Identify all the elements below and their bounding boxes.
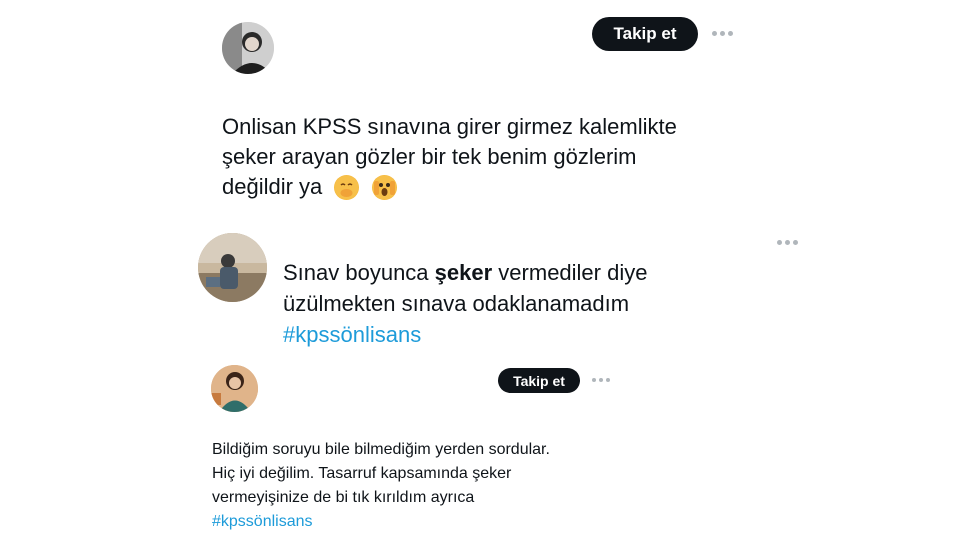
post-line: Bildiğim soruyu bile bilmediğim yerden s… xyxy=(212,441,550,458)
post-text: Sınav boyunca şeker vermediler diye üzül… xyxy=(283,257,647,350)
post-line: Onlisan KPSS sınavına girer girmez kalem… xyxy=(222,114,677,139)
bold-text: şeker xyxy=(434,260,493,285)
post-2: Sınav boyunca şeker vermediler diye üzül… xyxy=(0,225,971,355)
face-with-hand-over-mouth-emoji xyxy=(334,174,360,200)
avatar[interactable] xyxy=(222,22,274,74)
hashtag-link[interactable]: #kpssönlisans xyxy=(283,319,647,350)
post-line: üzülmekten sınava odaklanamadım xyxy=(283,291,630,316)
avatar-photo xyxy=(222,22,274,74)
post-1: Takip et Onlisan KPSS sınavına girer gir… xyxy=(0,0,971,215)
post-line: vermeyişinize de bi tık kırıldım ayrıca xyxy=(212,489,475,506)
post-line: Hiç iyi değilim. Tasarruf kapsamında şek… xyxy=(212,465,512,482)
more-options-icon[interactable] xyxy=(592,378,610,382)
follow-button[interactable]: Takip et xyxy=(498,368,580,393)
post-line: değildir ya xyxy=(222,173,323,199)
more-options-icon[interactable] xyxy=(777,240,798,245)
avatar[interactable] xyxy=(211,365,258,412)
more-options-icon[interactable] xyxy=(712,31,733,36)
post-3: Takip et Bildiğim soruyu bile bilmediğim… xyxy=(0,360,971,551)
avatar[interactable] xyxy=(198,233,267,302)
avatar-photo xyxy=(198,233,267,302)
face-screaming-in-fear-emoji xyxy=(371,174,397,200)
follow-button[interactable]: Takip et xyxy=(592,17,698,51)
hashtag-link[interactable]: #kpssönlisans xyxy=(212,510,550,534)
post-line-with-emojis: değildir ya xyxy=(222,172,677,202)
post-text: Bildiğim soruyu bile bilmediğim yerden s… xyxy=(212,438,550,534)
post-line: Sınav boyunca şeker vermediler diye xyxy=(283,257,647,288)
post-text: Onlisan KPSS sınavına girer girmez kalem… xyxy=(222,112,677,202)
post-line: şeker arayan gözler bir tek benim gözler… xyxy=(222,143,637,169)
text-span: vermediler diye xyxy=(492,260,648,285)
avatar-photo xyxy=(211,365,258,412)
text-span: Sınav boyunca xyxy=(283,260,435,285)
